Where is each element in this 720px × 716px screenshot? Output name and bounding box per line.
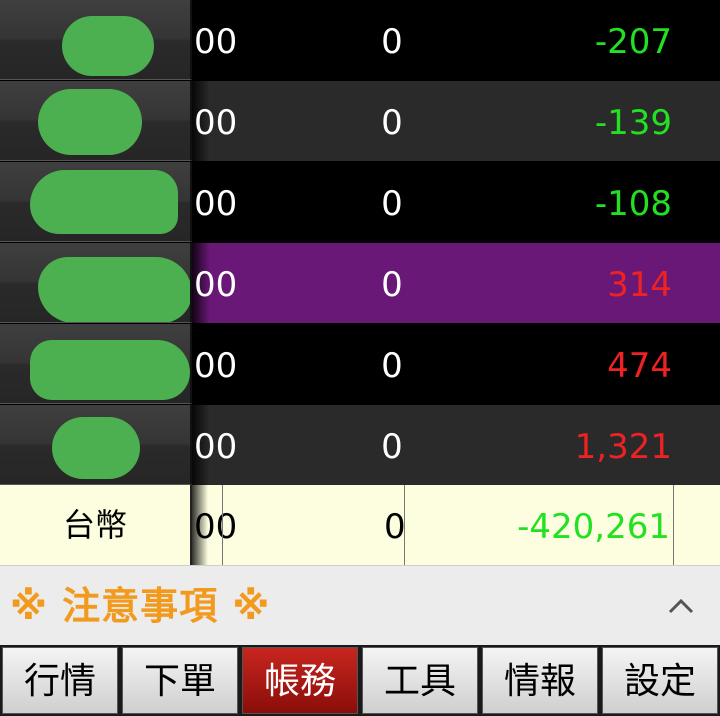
currency-label: 台幣 (0, 485, 192, 565)
tab-settings[interactable]: 設定 (602, 647, 718, 714)
cell-col1: 00 (194, 427, 238, 467)
table-row[interactable]: 00 0 -139 (0, 81, 720, 161)
table-row[interactable]: 00 0 -108 (0, 162, 720, 242)
table-row[interactable]: 00 0 -207 (0, 0, 720, 80)
row-name-cell-redacted (0, 324, 192, 404)
chevron-up-icon[interactable] (668, 594, 694, 620)
tab-news[interactable]: 情報 (482, 647, 598, 714)
cell-pnl: -139 (594, 103, 672, 143)
row-name-cell-redacted (0, 162, 192, 242)
row-name-cell-redacted (0, 0, 192, 80)
total-col2: 0 (384, 507, 406, 547)
bottom-tab-bar: 行情 下單 帳務 工具 情報 設定 (0, 645, 720, 716)
cell-pnl: 474 (607, 346, 672, 386)
notice-bar[interactable]: ※ 注意事項 ※ (0, 565, 720, 646)
cell-pnl: 1,321 (574, 427, 672, 467)
tab-order[interactable]: 下單 (122, 647, 238, 714)
cell-pnl: -108 (594, 184, 672, 224)
cell-pnl: -207 (594, 22, 672, 62)
total-pnl: -420,261 (517, 507, 670, 547)
cell-col1: 00 (194, 22, 238, 62)
cell-pnl: 314 (607, 265, 672, 305)
account-screen: 00 0 -207 00 0 -139 00 0 -108 00 0 314 0… (0, 0, 720, 716)
total-row: 台幣 00 0 -420,261 (0, 485, 720, 565)
tab-quotes[interactable]: 行情 (2, 647, 118, 714)
table-row[interactable]: 00 0 474 (0, 324, 720, 404)
total-col1: 00 (194, 507, 238, 547)
cell-col1: 00 (194, 184, 238, 224)
tab-account[interactable]: 帳務 (242, 647, 358, 714)
table-row-selected[interactable]: 00 0 314 (0, 243, 720, 323)
tab-tools[interactable]: 工具 (362, 647, 478, 714)
cell-col1: 00 (194, 346, 238, 386)
row-name-cell-redacted (0, 81, 192, 161)
row-name-cell-redacted (0, 243, 192, 323)
cell-col1: 00 (194, 265, 238, 305)
cell-col1: 00 (194, 103, 238, 143)
table-row[interactable]: 00 0 1,321 (0, 405, 720, 485)
row-name-cell-redacted (0, 405, 192, 485)
notice-title: ※ 注意事項 ※ (10, 584, 271, 628)
